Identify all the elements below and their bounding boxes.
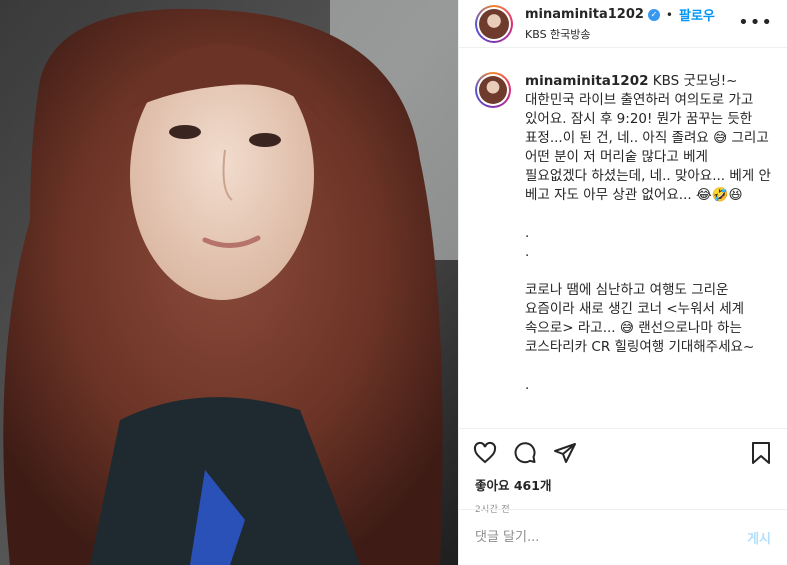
post-sidebar: minaminita1202 ✓ • 팔로우 KBS 한국방송 ••• mina… xyxy=(458,0,787,565)
heart-icon[interactable] xyxy=(471,439,499,467)
follow-button[interactable]: 팔로우 xyxy=(679,5,715,24)
comments-area: minaminita1202 KBS 굿모닝!~ 대한민국 라이브 출연하러 여… xyxy=(459,60,787,420)
share-icon[interactable] xyxy=(551,439,579,467)
bookmark-icon[interactable] xyxy=(747,439,775,467)
comment-input[interactable] xyxy=(475,530,748,545)
caption-username[interactable]: minaminita1202 xyxy=(525,73,648,89)
post-header: minaminita1202 ✓ • 팔로우 KBS 한국방송 ••• xyxy=(459,0,787,48)
post-photo[interactable] xyxy=(0,0,458,565)
instagram-post: ✕ minaminita1202 ✓ • 팔로우 KBS 한국방송 ••• mi… xyxy=(0,0,787,565)
likes-count[interactable]: 좋아요 461개 xyxy=(471,475,775,494)
more-horizontal-icon[interactable]: ••• xyxy=(738,12,773,33)
username-link[interactable]: minaminita1202 xyxy=(525,7,644,22)
comment-form: 게시 xyxy=(459,509,787,565)
comment-icon[interactable] xyxy=(511,439,539,467)
portrait-image xyxy=(0,0,458,565)
verified-badge-icon: ✓ xyxy=(647,8,660,21)
caption-avatar[interactable] xyxy=(475,72,511,108)
action-bar: 좋아요 461개 2시간 전 xyxy=(459,428,787,515)
location-link[interactable]: KBS 한국방송 xyxy=(525,26,715,42)
post-comment-button[interactable]: 게시 xyxy=(747,528,771,547)
separator-dot: • xyxy=(665,7,673,22)
caption-body: KBS 굿모닝!~ 대한민국 라이브 출연하러 여의도로 가고 있어요. 잠시 … xyxy=(525,73,771,393)
avatar[interactable] xyxy=(475,4,513,43)
caption-text: minaminita1202 KBS 굿모닝!~ 대한민국 라이브 출연하러 여… xyxy=(525,72,771,420)
